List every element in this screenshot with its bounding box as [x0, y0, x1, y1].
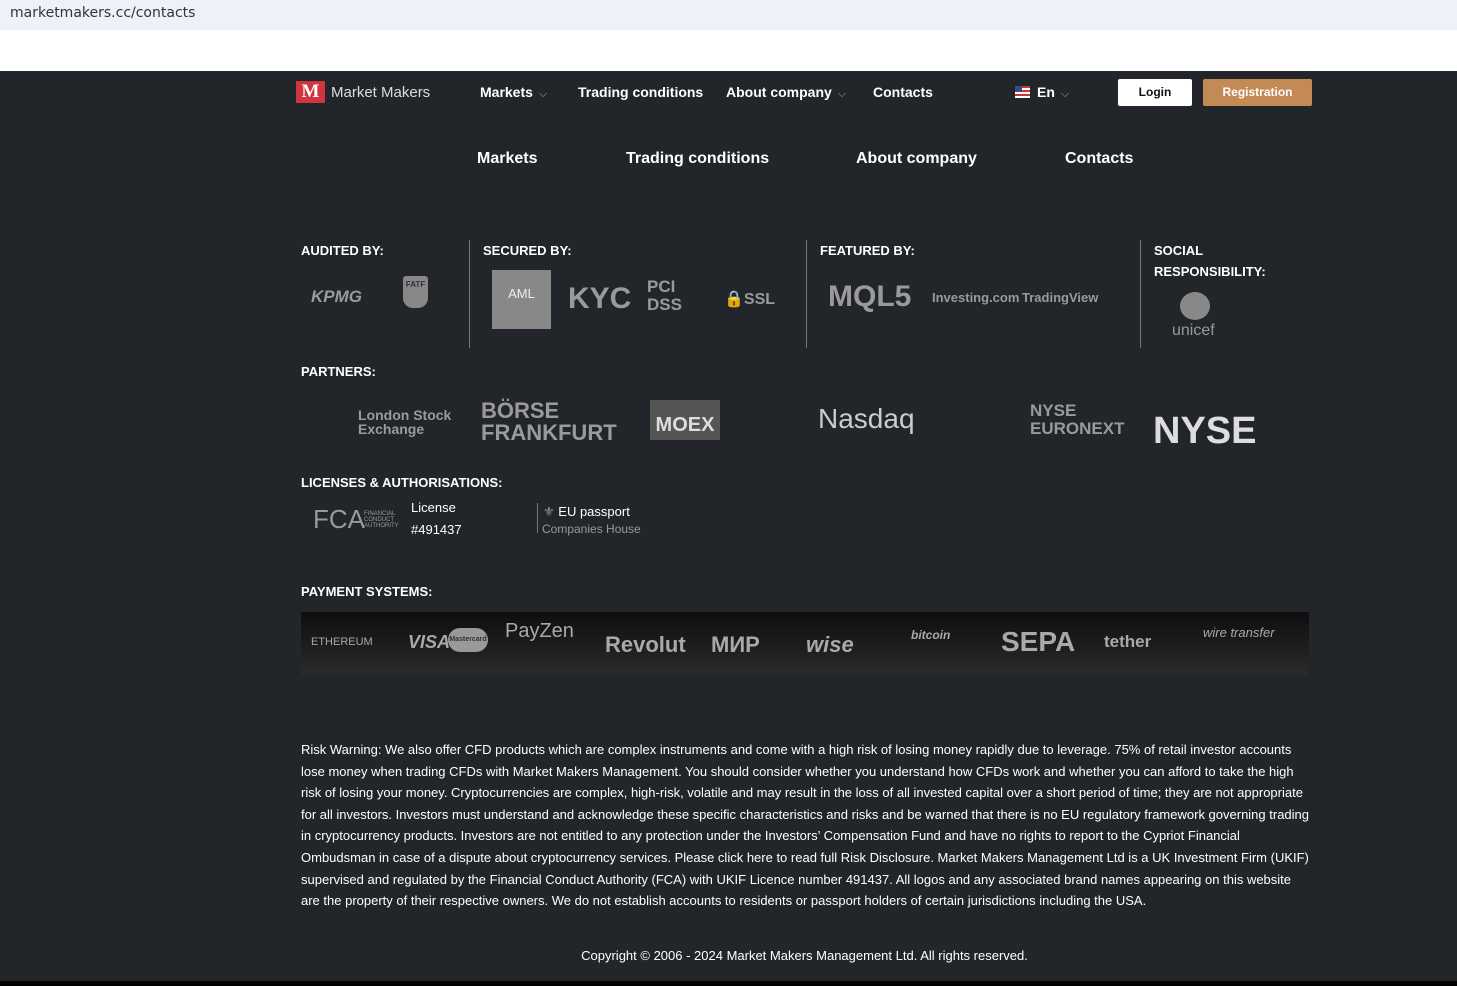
language-selector[interactable]: En ⌵ — [1015, 84, 1069, 101]
borse-frankfurt-logo: BÖRSE FRANKFURT — [481, 398, 617, 445]
tradingview-logo: TradingView — [1022, 290, 1099, 305]
divider — [806, 240, 807, 348]
license-label: License — [411, 500, 456, 515]
eu-passport: ⚜ EU passport — [543, 504, 630, 520]
social-heading-2: RESPONSIBILITY: — [1154, 264, 1266, 279]
registration-button[interactable]: Registration — [1203, 79, 1312, 106]
sepa-logo: SEPA — [1001, 626, 1076, 657]
ethereum-logo: ETHEREUM — [311, 636, 373, 648]
nav-label: Markets — [480, 84, 533, 100]
footer-nav-markets[interactable]: Markets — [477, 150, 537, 168]
investing-logo: Investing.com — [932, 290, 1020, 305]
footer-nav-contacts[interactable]: Contacts — [1065, 150, 1133, 168]
ssl-logo: 🔒SSL — [724, 289, 775, 309]
divider — [537, 503, 538, 533]
nav-about-company[interactable]: About company ⌵ — [726, 84, 846, 101]
footer-nav-trading-conditions[interactable]: Trading conditions — [626, 150, 769, 168]
ssl-text: SSL — [743, 291, 776, 308]
divider — [469, 240, 470, 348]
address-bar[interactable]: marketmakers.cc/contacts — [0, 0, 1457, 30]
tether-logo: tether — [1104, 632, 1152, 651]
payments-heading: PAYMENT SYSTEMS: — [301, 584, 433, 599]
audited-heading: AUDITED BY: — [301, 243, 384, 258]
lock-icon: 🔒 — [724, 291, 744, 308]
footer-nav-about-company[interactable]: About company — [856, 150, 977, 168]
social-heading-1: SOCIAL — [1154, 243, 1204, 258]
unicef-emblem-icon — [1180, 292, 1210, 320]
nyse-logo: NYSE — [1153, 410, 1257, 452]
kyc-logo: KYC — [568, 282, 632, 315]
mql5-logo: MQL5 — [828, 280, 912, 313]
nasdaq-logo: Nasdaq — [818, 403, 915, 434]
chevron-down-icon: ⌵ — [1060, 88, 1070, 100]
wise-logo: wise — [806, 632, 854, 657]
login-button[interactable]: Login — [1118, 79, 1192, 106]
fca-logo: FCA — [313, 504, 365, 534]
lse-logo: London Stock Exchange — [358, 407, 452, 437]
brand-name[interactable]: Market Makers — [331, 84, 430, 101]
pci-dss-logo: PCI DSS — [647, 277, 682, 314]
companies-house: Companies House — [542, 522, 641, 536]
revolut-logo: Revolut — [605, 632, 686, 657]
payment-logos-strip: ETHEREUM VISA Mastercard PayZen Revolut … — [301, 612, 1309, 675]
featured-heading: FEATURED BY: — [820, 243, 915, 258]
divider — [1140, 240, 1141, 348]
visa-logo: VISA — [408, 632, 451, 652]
fca-subtitle: FINANCIAL CONDUCT AUTHORITY — [364, 511, 399, 529]
nav-label: About company — [726, 84, 832, 100]
blank-band — [0, 30, 1457, 71]
chevron-down-icon: ⌵ — [837, 88, 847, 100]
licenses-heading: LICENSES & AUTHORISATIONS: — [301, 475, 503, 490]
bitcoin-logo: bitcoin — [911, 628, 951, 642]
license-number: #491437 — [411, 522, 462, 537]
secured-heading: SECURED BY: — [483, 243, 572, 258]
nav-contacts[interactable]: Contacts — [873, 84, 933, 100]
risk-warning: Risk Warning: We also offer CFD products… — [301, 742, 1310, 909]
page-bottom-bar — [0, 981, 1457, 986]
moex-logo: MOEX — [650, 400, 720, 440]
nyse-euronext-logo: NYSE EURONEXT — [1030, 401, 1125, 438]
nav-markets[interactable]: Markets ⌵ — [480, 84, 547, 101]
nav-trading-conditions[interactable]: Trading conditions — [578, 84, 703, 100]
royal-crest-icon: ⚜ — [543, 504, 559, 519]
wire-transfer-logo: wire transfer — [1203, 625, 1275, 640]
language-label: En — [1037, 84, 1055, 100]
copyright: Copyright © 2006 - 2024 Market Makers Ma… — [581, 948, 1028, 963]
us-flag-icon — [1015, 86, 1030, 98]
brand-logo[interactable]: M — [296, 81, 325, 103]
unicef-logo: unicef — [1172, 322, 1215, 339]
partners-heading: PARTNERS: — [301, 364, 376, 379]
aml-logo: AML — [492, 270, 551, 329]
chevron-down-icon: ⌵ — [538, 88, 548, 100]
fatf-logo: FATF — [403, 276, 428, 308]
mastercard-logo: Mastercard — [448, 628, 488, 652]
mir-logo: МИР — [711, 632, 760, 657]
eu-passport-label: EU passport — [558, 504, 630, 519]
kpmg-logo: KPMG — [311, 287, 362, 306]
payzen-logo: PayZen — [505, 620, 574, 642]
